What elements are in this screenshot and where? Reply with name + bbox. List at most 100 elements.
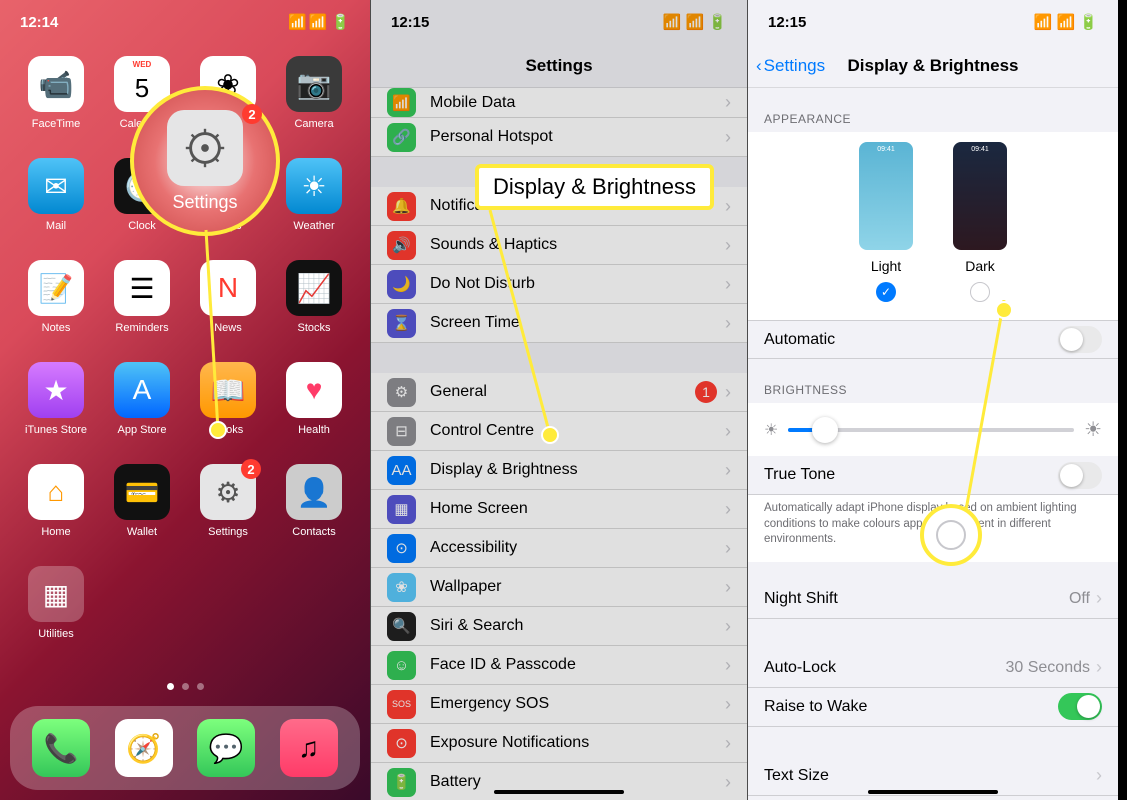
section-header: APPEARANCE xyxy=(748,88,1118,132)
settings-row-control-centre[interactable]: ⊟Control Centre› xyxy=(371,412,747,451)
settings-row-sounds-haptics[interactable]: 🔊Sounds & Haptics› xyxy=(371,226,747,265)
slider-thumb[interactable] xyxy=(812,417,838,443)
settings-row-general[interactable]: ⚙General1› xyxy=(371,373,747,412)
dot[interactable] xyxy=(197,683,204,690)
app-contacts[interactable]: 👤Contacts xyxy=(286,464,342,538)
chevron-right-icon: › xyxy=(725,274,731,295)
brightness-slider-row: ☀ ☀ xyxy=(748,403,1118,456)
settings-row-wallpaper[interactable]: ❀Wallpaper› xyxy=(371,568,747,607)
row-icon: 🔗 xyxy=(387,123,416,152)
settings-row-battery[interactable]: 🔋Battery› xyxy=(371,763,747,800)
radio-unselected[interactable] xyxy=(970,282,990,302)
chevron-right-icon: › xyxy=(725,577,731,598)
nightshift-row[interactable]: Night Shift Off › xyxy=(748,580,1118,619)
app-camera[interactable]: 📷Camera xyxy=(286,56,342,130)
chevron-right-icon: › xyxy=(725,235,731,256)
chevron-left-icon: ‹ xyxy=(756,56,762,76)
row-value: 30 Seconds xyxy=(1005,659,1090,677)
app-reminders[interactable]: ☰Reminders xyxy=(114,260,170,334)
settings-row-exposure-notifications[interactable]: ⊙Exposure Notifications› xyxy=(371,724,747,763)
row-label: Night Shift xyxy=(764,590,1069,608)
app-app-store[interactable]: AApp Store xyxy=(114,362,170,436)
settings-row-mobile-data[interactable]: 📶Mobile Data› xyxy=(371,88,747,118)
appearance-light[interactable]: 09:41 Light ✓ xyxy=(859,142,913,302)
row-icon: 🔔 xyxy=(387,192,416,221)
settings-row-screen-time[interactable]: ⌛Screen Time› xyxy=(371,304,747,343)
app-label: Mail xyxy=(46,220,66,232)
app-news[interactable]: NNews xyxy=(200,260,256,334)
home-indicator[interactable] xyxy=(494,790,624,794)
truetone-row[interactable]: True Tone xyxy=(748,456,1118,495)
dot[interactable] xyxy=(167,683,174,690)
toggle-off[interactable] xyxy=(1058,326,1102,353)
appearance-row: 09:41 Light ✓ 09:41 Dark xyxy=(748,132,1118,320)
row-icon: 📶 xyxy=(387,88,416,117)
app-mail[interactable]: ✉Mail xyxy=(28,158,84,232)
phone-settings: 12:15 📶 📶 🔋 Settings 📶Mobile Data›🔗Perso… xyxy=(370,0,748,800)
settings-row-personal-hotspot[interactable]: 🔗Personal Hotspot› xyxy=(371,118,747,157)
page-dots[interactable] xyxy=(0,683,370,690)
row-icon: ❀ xyxy=(387,573,416,602)
app-health[interactable]: ♥Health xyxy=(286,362,342,436)
settings-row-emergency-sos[interactable]: SOSEmergency SOS› xyxy=(371,685,747,724)
home-indicator[interactable] xyxy=(868,790,998,794)
status-bar: 12:15 📶 📶 🔋 xyxy=(371,0,747,44)
row-label: Sounds & Haptics xyxy=(430,236,725,254)
chevron-right-icon: › xyxy=(725,538,731,559)
row-icon: 🔋 xyxy=(387,768,416,797)
app-weather[interactable]: ☀Weather xyxy=(286,158,342,232)
dock-app[interactable]: 🧭 xyxy=(115,719,173,777)
settings-row-siri-search[interactable]: 🔍Siri & Search› xyxy=(371,607,747,646)
toggle-on[interactable] xyxy=(1058,693,1102,720)
row-icon: ⊟ xyxy=(387,417,416,446)
chevron-right-icon: › xyxy=(1096,765,1102,786)
settings-row-face-id-passcode[interactable]: ☺Face ID & Passcode› xyxy=(371,646,747,685)
autolock-row[interactable]: Auto-Lock 30 Seconds › xyxy=(748,649,1118,688)
callout-settings-zoom: Settings 2 xyxy=(130,86,280,236)
brightness-slider[interactable] xyxy=(788,428,1074,432)
app-stocks[interactable]: 📈Stocks xyxy=(286,260,342,334)
back-button[interactable]: ‹ Settings xyxy=(756,56,825,76)
chevron-right-icon: › xyxy=(725,733,731,754)
app-books[interactable]: 📖Books xyxy=(200,362,256,436)
app-facetime[interactable]: 📹FaceTime xyxy=(28,56,84,130)
settings-row-display-brightness[interactable]: AADisplay & Brightness› xyxy=(371,451,747,490)
row-icon: 🔍 xyxy=(387,612,416,641)
toggle-off[interactable] xyxy=(1058,462,1102,489)
dock-app[interactable]: 📞 xyxy=(32,719,90,777)
dark-preview: 09:41 xyxy=(953,142,1007,250)
app-notes[interactable]: 📝Notes xyxy=(28,260,84,334)
app-utilities[interactable]: ▦Utilities xyxy=(28,566,84,640)
raise-row[interactable]: Raise to Wake xyxy=(748,688,1118,727)
app-home[interactable]: ⌂Home xyxy=(28,464,84,538)
status-icons: 📶 📶 🔋 xyxy=(663,13,727,31)
radio-selected[interactable]: ✓ xyxy=(876,282,896,302)
nav-title: Display & Brightness xyxy=(848,56,1019,76)
app-wallet[interactable]: 💳Wallet xyxy=(114,464,170,538)
chevron-right-icon: › xyxy=(725,382,731,403)
row-label: Display & Brightness xyxy=(430,461,725,479)
settings-row-do-not-disturb[interactable]: 🌙Do Not Disturb› xyxy=(371,265,747,304)
row-icon: ⚙ xyxy=(387,378,416,407)
automatic-row[interactable]: Automatic xyxy=(748,320,1118,359)
dock-app[interactable]: ♫ xyxy=(280,719,338,777)
appearance-dark[interactable]: 09:41 Dark xyxy=(953,142,1007,302)
app-itunes-store[interactable]: ★iTunes Store xyxy=(25,362,87,436)
status-bar: 12:15 📶 📶 🔋 xyxy=(748,0,1118,44)
wifi-icon: 📶 xyxy=(309,13,328,31)
app-label: Clock xyxy=(128,220,156,232)
status-time: 12:15 xyxy=(768,14,806,31)
app-settings[interactable]: ⚙2Settings xyxy=(200,464,256,538)
row-label: Home Screen xyxy=(430,500,725,518)
dock: 📞 🧭 💬 ♫ xyxy=(10,706,360,790)
app-label: Books xyxy=(213,424,244,436)
settings-row-accessibility[interactable]: ⊙Accessibility› xyxy=(371,529,747,568)
app-label: Stocks xyxy=(297,322,330,334)
dock-app[interactable]: 💬 xyxy=(197,719,255,777)
row-label: Face ID & Passcode xyxy=(430,656,725,674)
row-label: Screen Time xyxy=(430,314,725,332)
status-time: 12:15 xyxy=(391,14,429,31)
settings-row-home-screen[interactable]: ▦Home Screen› xyxy=(371,490,747,529)
dot[interactable] xyxy=(182,683,189,690)
chevron-right-icon: › xyxy=(725,127,731,148)
